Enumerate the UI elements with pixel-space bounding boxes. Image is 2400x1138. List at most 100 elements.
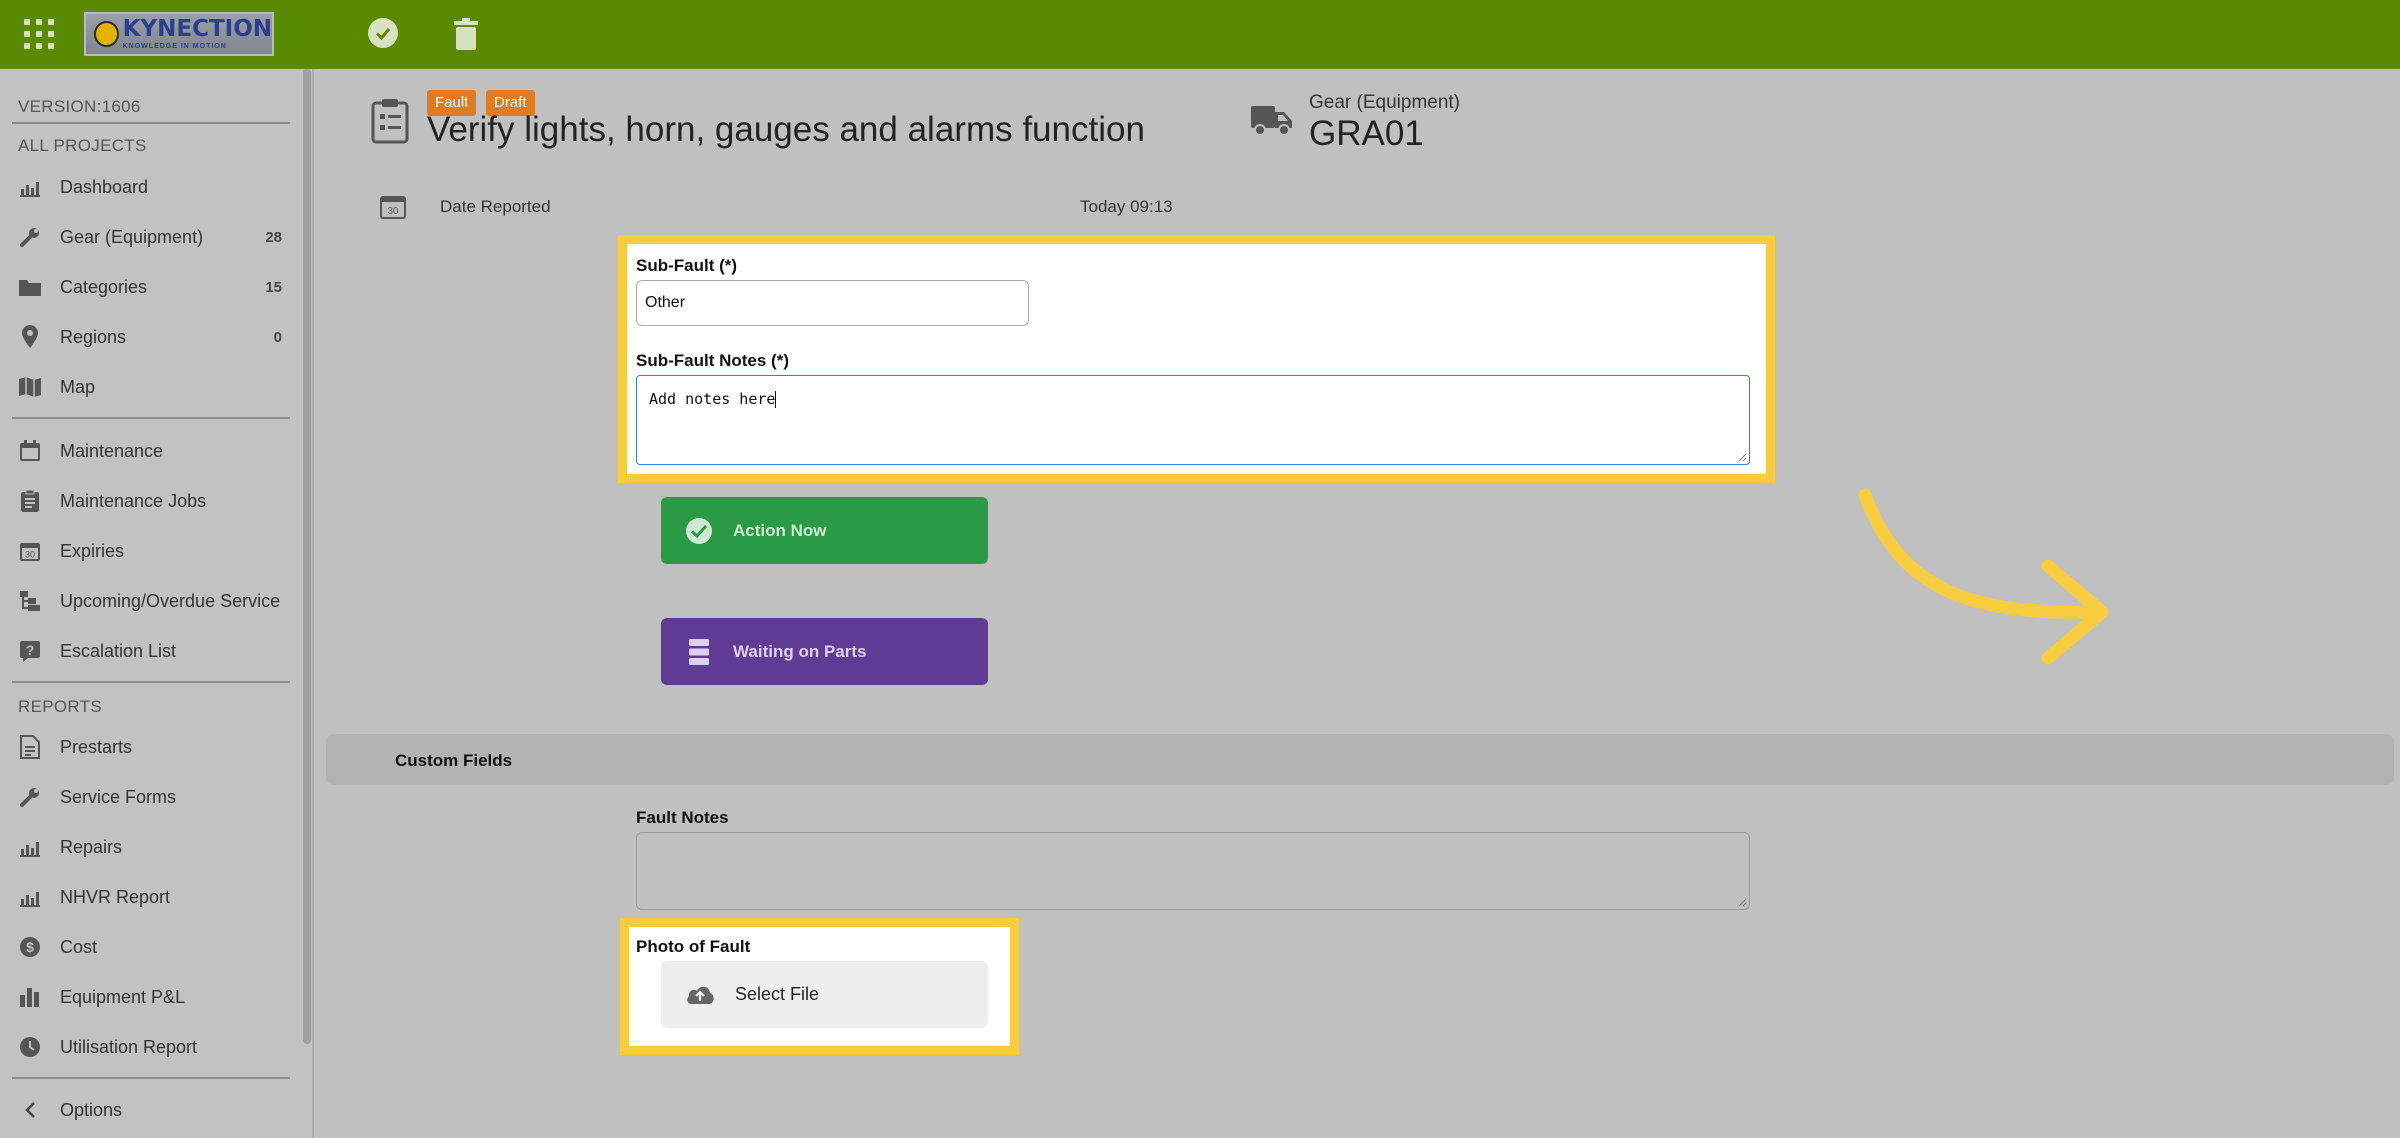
gear-value[interactable]: GRA01: [1309, 114, 1424, 154]
options-label: Options: [60, 1099, 123, 1120]
sidebar-item-label: Upcoming/Overdue Service: [60, 590, 281, 611]
sidebar-item-map[interactable]: Map: [0, 367, 300, 407]
custom-fields-label: Custom Fields: [395, 751, 513, 770]
date-reported-value[interactable]: Today 09:13: [1080, 197, 1173, 217]
section-reports: REPORTS: [18, 697, 102, 716]
page-title: Verify lights, horn, gauges and alarms f…: [427, 110, 1145, 149]
dollar-icon: $: [18, 935, 42, 959]
subfault-select[interactable]: Other: [636, 280, 1029, 326]
subfault-label: Sub-Fault (*): [636, 256, 738, 275]
sidebar-item-label: Dashboard: [60, 176, 149, 197]
resize-handle-icon[interactable]: [1737, 452, 1747, 462]
question-icon: ?: [18, 639, 42, 663]
sidebar-scrollbar[interactable]: [303, 69, 311, 1044]
clock-icon: [18, 1035, 42, 1059]
clipboard-icon: [371, 99, 409, 144]
sidebar-item-label: Map: [60, 376, 96, 397]
count-badge: 15: [265, 278, 282, 296]
divider: [12, 122, 290, 124]
bars-icon: [18, 985, 42, 1009]
gear-label: Gear (Equipment): [1309, 92, 1461, 113]
action-now-label: Action Now: [733, 520, 827, 540]
tree-icon: [18, 589, 42, 613]
sidebar-item-cost[interactable]: $ Cost: [0, 927, 300, 967]
count-badge: 28: [265, 228, 282, 246]
subfault-notes-label: Sub-Fault Notes (*): [636, 351, 789, 370]
curved-arrow-icon: [1858, 488, 2109, 665]
action-now-button[interactable]: Action Now: [661, 497, 988, 564]
resize-handle-icon[interactable]: [1737, 897, 1747, 907]
sidebar: VERSION:1606 ALL PROJECTS Dashboard Gear…: [0, 69, 314, 1138]
top-bar: KYNECTION KNOWLEDGE IN MOTION: [0, 0, 2400, 69]
calendar-30-icon: 30: [18, 539, 42, 563]
chart-icon: [18, 885, 42, 909]
sidebar-item-label: Maintenance: [60, 440, 164, 461]
app-logo[interactable]: KYNECTION KNOWLEDGE IN MOTION: [84, 12, 274, 56]
date-reported-label: Date Reported: [440, 197, 551, 216]
version-label: VERSION:1606: [18, 97, 141, 116]
sidebar-item-service-forms[interactable]: Service Forms: [0, 777, 300, 817]
chevron-left-icon: [18, 1098, 42, 1122]
divider: [12, 1077, 290, 1079]
sidebar-item-regions[interactable]: Regions 0: [0, 317, 300, 357]
calendar-icon: [18, 439, 42, 463]
sidebar-item-repairs[interactable]: Repairs: [0, 827, 300, 867]
sidebar-item-label: Regions: [60, 326, 127, 347]
sidebar-item-label: Escalation List: [60, 640, 177, 661]
sidebar-item-maintenance-jobs[interactable]: Maintenance Jobs: [0, 481, 300, 521]
select-file-button[interactable]: Select File: [661, 961, 988, 1028]
sidebar-item-label: Prestarts: [60, 736, 133, 757]
svg-text:30: 30: [387, 206, 399, 217]
sidebar-item-expiries[interactable]: 30 Expiries: [0, 531, 300, 571]
check-icon[interactable]: [368, 18, 398, 48]
svg-text:$: $: [26, 939, 34, 955]
sidebar-item-upcoming-overdue[interactable]: Upcoming/Overdue Service: [0, 581, 300, 621]
server-icon: [685, 638, 713, 666]
sidebar-item-label: NHVR Report: [60, 886, 171, 907]
logo-text: KYNECTION: [122, 16, 272, 42]
cloud-upload-icon: [687, 986, 714, 1004]
waiting-on-parts-label: Waiting on Parts: [733, 641, 867, 661]
sidebar-item-nhvr-report[interactable]: NHVR Report: [0, 877, 300, 917]
svg-text:30: 30: [25, 550, 35, 560]
chart-icon: [18, 835, 42, 859]
sidebar-item-label: Cost: [60, 936, 98, 957]
custom-fields-bar[interactable]: [326, 734, 2394, 785]
subfault-notes-field[interactable]: Add notes here: [636, 375, 1750, 465]
sidebar-item-label: Expiries: [60, 540, 125, 561]
apps-grid-icon[interactable]: [24, 19, 54, 49]
logo-tagline: KNOWLEDGE IN MOTION: [122, 43, 227, 50]
options-toggle[interactable]: Options: [0, 1090, 300, 1130]
sidebar-item-dashboard[interactable]: Dashboard: [0, 167, 300, 207]
logo-badge-icon: [94, 21, 119, 47]
fault-notes-field[interactable]: [636, 832, 1750, 910]
sidebar-item-escalation[interactable]: ? Escalation List: [0, 631, 300, 671]
truck-icon: [1251, 106, 1292, 136]
folder-icon: [18, 275, 42, 299]
sidebar-item-label: Utilisation Report: [60, 1036, 198, 1057]
check-circle-icon: [685, 517, 713, 545]
waiting-on-parts-button[interactable]: Waiting on Parts: [661, 618, 988, 685]
sidebar-item-utilisation[interactable]: Utilisation Report: [0, 1027, 300, 1067]
sidebar-item-prestarts[interactable]: Prestarts: [0, 727, 300, 767]
calendar-30-icon: 30: [380, 196, 406, 219]
document-icon: [18, 735, 42, 759]
count-badge: 0: [273, 328, 282, 346]
sidebar-item-maintenance[interactable]: Maintenance: [0, 431, 300, 471]
svg-text:?: ?: [26, 642, 35, 658]
wrench-icon: [18, 785, 42, 809]
sidebar-item-label: Categories: [60, 276, 148, 297]
sidebar-item-categories[interactable]: Categories 15: [0, 267, 300, 307]
map-icon: [18, 375, 42, 399]
pin-icon: [18, 325, 42, 349]
sidebar-item-gear[interactable]: Gear (Equipment) 28: [0, 217, 300, 257]
sidebar-item-label: Equipment P&L: [60, 986, 186, 1007]
sidebar-item-equipment-pl[interactable]: Equipment P&L: [0, 977, 300, 1017]
text-caret: [775, 391, 777, 408]
sidebar-item-label: Repairs: [60, 836, 123, 857]
subfault-notes-text: Add notes here: [649, 390, 776, 408]
sidebar-item-label: Gear (Equipment): [60, 226, 204, 247]
trash-icon[interactable]: [452, 18, 480, 50]
photo-of-fault-label: Photo of Fault: [636, 937, 751, 956]
divider: [12, 681, 290, 683]
